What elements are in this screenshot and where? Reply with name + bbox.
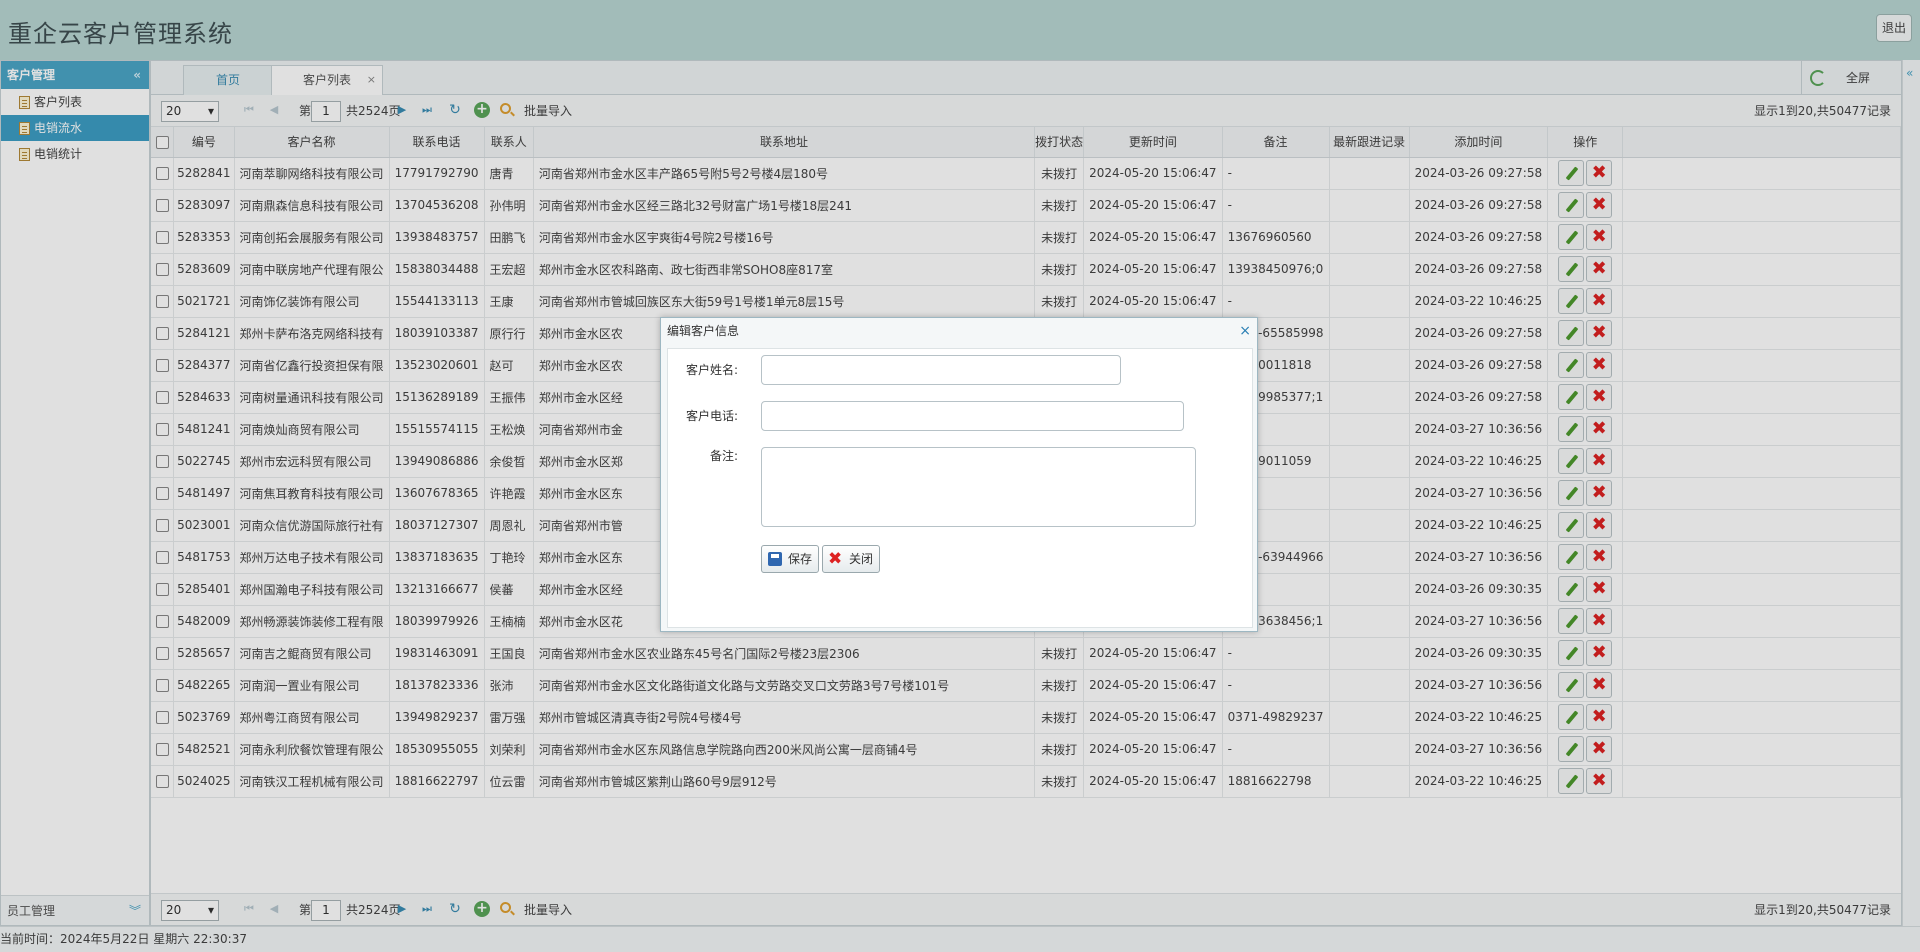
close-icon[interactable]: × (1239, 318, 1251, 344)
dialog-title: 编辑客户信息 (667, 324, 740, 338)
dialog-body: 客户姓名: 客户电话: 备注: 保存 ✖ 关闭 (667, 348, 1253, 628)
edit-customer-dialog: 编辑客户信息 × 客户姓名: 客户电话: 备注: 保存 ✖ 关闭 (660, 317, 1258, 632)
close-button-label: 关闭 (849, 552, 874, 566)
save-button-label: 保存 (788, 552, 813, 566)
remark-textarea[interactable] (761, 447, 1196, 527)
customer-name-label: 客户姓名: (685, 363, 738, 377)
customer-phone-input[interactable] (761, 401, 1184, 431)
save-button[interactable]: 保存 (761, 545, 820, 573)
close-icon: ✖ (828, 549, 843, 569)
remark-label: 备注: (709, 449, 738, 463)
dialog-header: 编辑客户信息 × (661, 318, 1257, 344)
customer-phone-label: 客户电话: (685, 409, 738, 423)
save-icon (768, 552, 782, 566)
customer-name-input[interactable] (761, 355, 1121, 385)
close-button[interactable]: ✖ 关闭 (822, 545, 881, 573)
